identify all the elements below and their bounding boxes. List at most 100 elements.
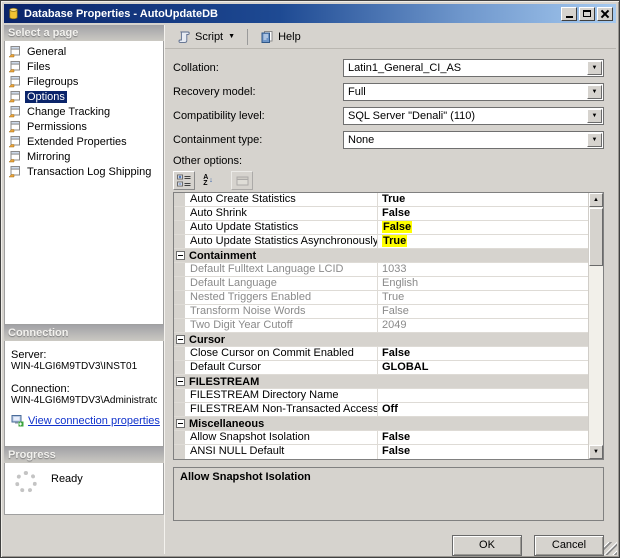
help-button[interactable]: Help [254, 27, 307, 47]
collapse-icon[interactable] [176, 377, 185, 386]
sort-arrow-icon: ↓ [209, 177, 213, 184]
ok-button[interactable]: OK [452, 535, 522, 556]
property-row-default-language: Default Language English [174, 277, 588, 291]
sidebar-item-change-tracking[interactable]: Change Tracking [5, 104, 163, 119]
property-value[interactable]: False [378, 221, 588, 234]
connection-header: Connection [4, 325, 164, 341]
collation-select[interactable]: Latin1_General_CI_AS ▼ [343, 59, 604, 77]
database-properties-dialog: Database Properties - AutoUpdateDB Selec… [0, 0, 620, 558]
row-indent [174, 445, 185, 459]
category-row-cursor[interactable]: Cursor [174, 333, 588, 347]
sidebar-item-transaction-log-shipping[interactable]: Transaction Log Shipping [5, 164, 163, 179]
property-row-auto-update-statistics[interactable]: Auto Update Statistics False [174, 221, 588, 235]
property-name: Auto Shrink [185, 207, 378, 220]
property-row-filestream-directory-name[interactable]: FILESTREAM Directory Name [174, 389, 588, 403]
property-name: FILESTREAM Non-Transacted Access [185, 403, 378, 416]
chevron-down-icon[interactable]: ▼ [587, 61, 602, 75]
sidebar-item-permissions[interactable]: Permissions [5, 119, 163, 134]
property-value[interactable]: False [378, 347, 588, 360]
scroll-down-icon[interactable]: ▼ [589, 445, 603, 459]
property-name: FILESTREAM Directory Name [185, 389, 378, 402]
property-row-filestream-non-transacted-access[interactable]: FILESTREAM Non-Transacted Access Off [174, 403, 588, 417]
connection-properties-icon [11, 414, 24, 427]
collapse-icon[interactable] [176, 251, 185, 260]
scrollbar-thumb[interactable] [589, 208, 603, 266]
property-row-auto-create-statistics[interactable]: Auto Create Statistics True [174, 193, 588, 207]
row-indent [174, 193, 185, 206]
property-grid-toolbar: A Z ↓ [173, 170, 604, 191]
containment-type-select[interactable]: None ▼ [343, 131, 604, 149]
sidebar-item-label: Files [25, 61, 52, 73]
scroll-up-icon[interactable]: ▲ [589, 193, 603, 207]
property-value[interactable]: GLOBAL [378, 361, 588, 374]
resize-grip[interactable] [604, 542, 617, 555]
property-row-default-cursor[interactable]: Default Cursor GLOBAL [174, 361, 588, 375]
collapse-icon[interactable] [176, 419, 185, 428]
property-row-auto-update-statistics-asynchronously[interactable]: Auto Update Statistics Asynchronously Tr… [174, 235, 588, 249]
row-indent [174, 361, 185, 374]
connection-label: Connection: [11, 383, 157, 395]
property-row-auto-shrink[interactable]: Auto Shrink False [174, 207, 588, 221]
property-value[interactable]: True [378, 193, 588, 206]
property-value[interactable]: False [378, 445, 588, 459]
property-name: Auto Create Statistics [185, 193, 378, 206]
property-value-text: True [382, 291, 404, 303]
sidebar-item-mirroring[interactable]: Mirroring [5, 149, 163, 164]
property-value-text: False [382, 431, 410, 443]
alphabetical-sort-button[interactable]: A Z ↓ [197, 171, 219, 190]
sidebar-item-filegroups[interactable]: Filegroups [5, 74, 163, 89]
script-button[interactable]: Script ▼ [171, 27, 241, 47]
property-value[interactable]: False [378, 207, 588, 220]
window-title: Database Properties - AutoUpdateDB [24, 8, 557, 20]
title-bar[interactable]: Database Properties - AutoUpdateDB [4, 4, 616, 23]
sidebar-item-label: Permissions [25, 121, 89, 133]
minimize-button[interactable] [561, 7, 577, 21]
category-row-filestream[interactable]: FILESTREAM [174, 375, 588, 389]
category-row-containment[interactable]: Containment [174, 249, 588, 263]
property-name: Two Digit Year Cutoff [185, 319, 378, 332]
view-connection-properties-link[interactable]: View connection properties [28, 415, 160, 427]
collapse-icon[interactable] [176, 335, 185, 344]
sidebar-item-files[interactable]: Files [5, 59, 163, 74]
toolbar-separator [247, 29, 248, 45]
cancel-button[interactable]: Cancel [534, 535, 604, 556]
chevron-down-icon[interactable]: ▼ [587, 133, 602, 147]
property-value-text: True [382, 235, 407, 247]
chevron-down-icon[interactable]: ▼ [587, 85, 602, 99]
recovery-model-value: Full [348, 86, 366, 98]
left-panel: Select a page General Files Filegroups O… [4, 25, 164, 554]
recovery-model-select[interactable]: Full ▼ [343, 83, 604, 101]
property-row-allow-snapshot-isolation[interactable]: Allow Snapshot Isolation False [174, 431, 588, 445]
category-name: Miscellaneous [189, 418, 264, 430]
sidebar-item-label: Change Tracking [25, 106, 112, 118]
property-name: Close Cursor on Commit Enabled [185, 347, 378, 360]
progress-status: Ready [51, 471, 83, 514]
progress-spinner-icon [15, 471, 37, 493]
compatibility-level-select[interactable]: SQL Server "Denali" (110) ▼ [343, 107, 604, 125]
property-row-ansi-null-default[interactable]: ANSI NULL Default False [174, 445, 588, 459]
sidebar-item-general[interactable]: General [5, 44, 163, 59]
sidebar-item-options[interactable]: Options [5, 89, 163, 104]
close-button[interactable] [597, 7, 613, 21]
property-value[interactable]: True [378, 235, 588, 248]
sidebar-item-extended-properties[interactable]: Extended Properties [5, 134, 163, 149]
property-name: Default Language [185, 277, 378, 290]
connection-panel: Server: WIN-4LGI6M9TDV3\INST01 Connectio… [4, 341, 164, 447]
sidebar-item-label: Filegroups [25, 76, 80, 88]
chevron-down-icon[interactable]: ▼ [587, 109, 602, 123]
category-row-miscellaneous[interactable]: Miscellaneous [174, 417, 588, 431]
row-indent [174, 235, 185, 248]
property-value[interactable]: Off [378, 403, 588, 416]
property-value[interactable] [378, 389, 588, 402]
server-value: WIN-4LGI6M9TDV3\INST01 [11, 361, 157, 372]
server-label: Server: [11, 349, 157, 361]
compatibility-level-value: SQL Server "Denali" (110) [348, 110, 475, 122]
options-page-content: Collation: Latin1_General_CI_AS ▼ Recove… [165, 49, 616, 554]
grid-scrollbar[interactable]: ▲ ▼ [588, 193, 603, 459]
categorized-view-button[interactable] [173, 171, 195, 190]
sort-letter-z: Z [203, 181, 208, 187]
maximize-button[interactable] [579, 7, 595, 21]
property-value[interactable]: False [378, 431, 588, 444]
property-row-close-cursor-on-commit-enabled[interactable]: Close Cursor on Commit Enabled False [174, 347, 588, 361]
sidebar-item-label: Options [25, 91, 67, 103]
